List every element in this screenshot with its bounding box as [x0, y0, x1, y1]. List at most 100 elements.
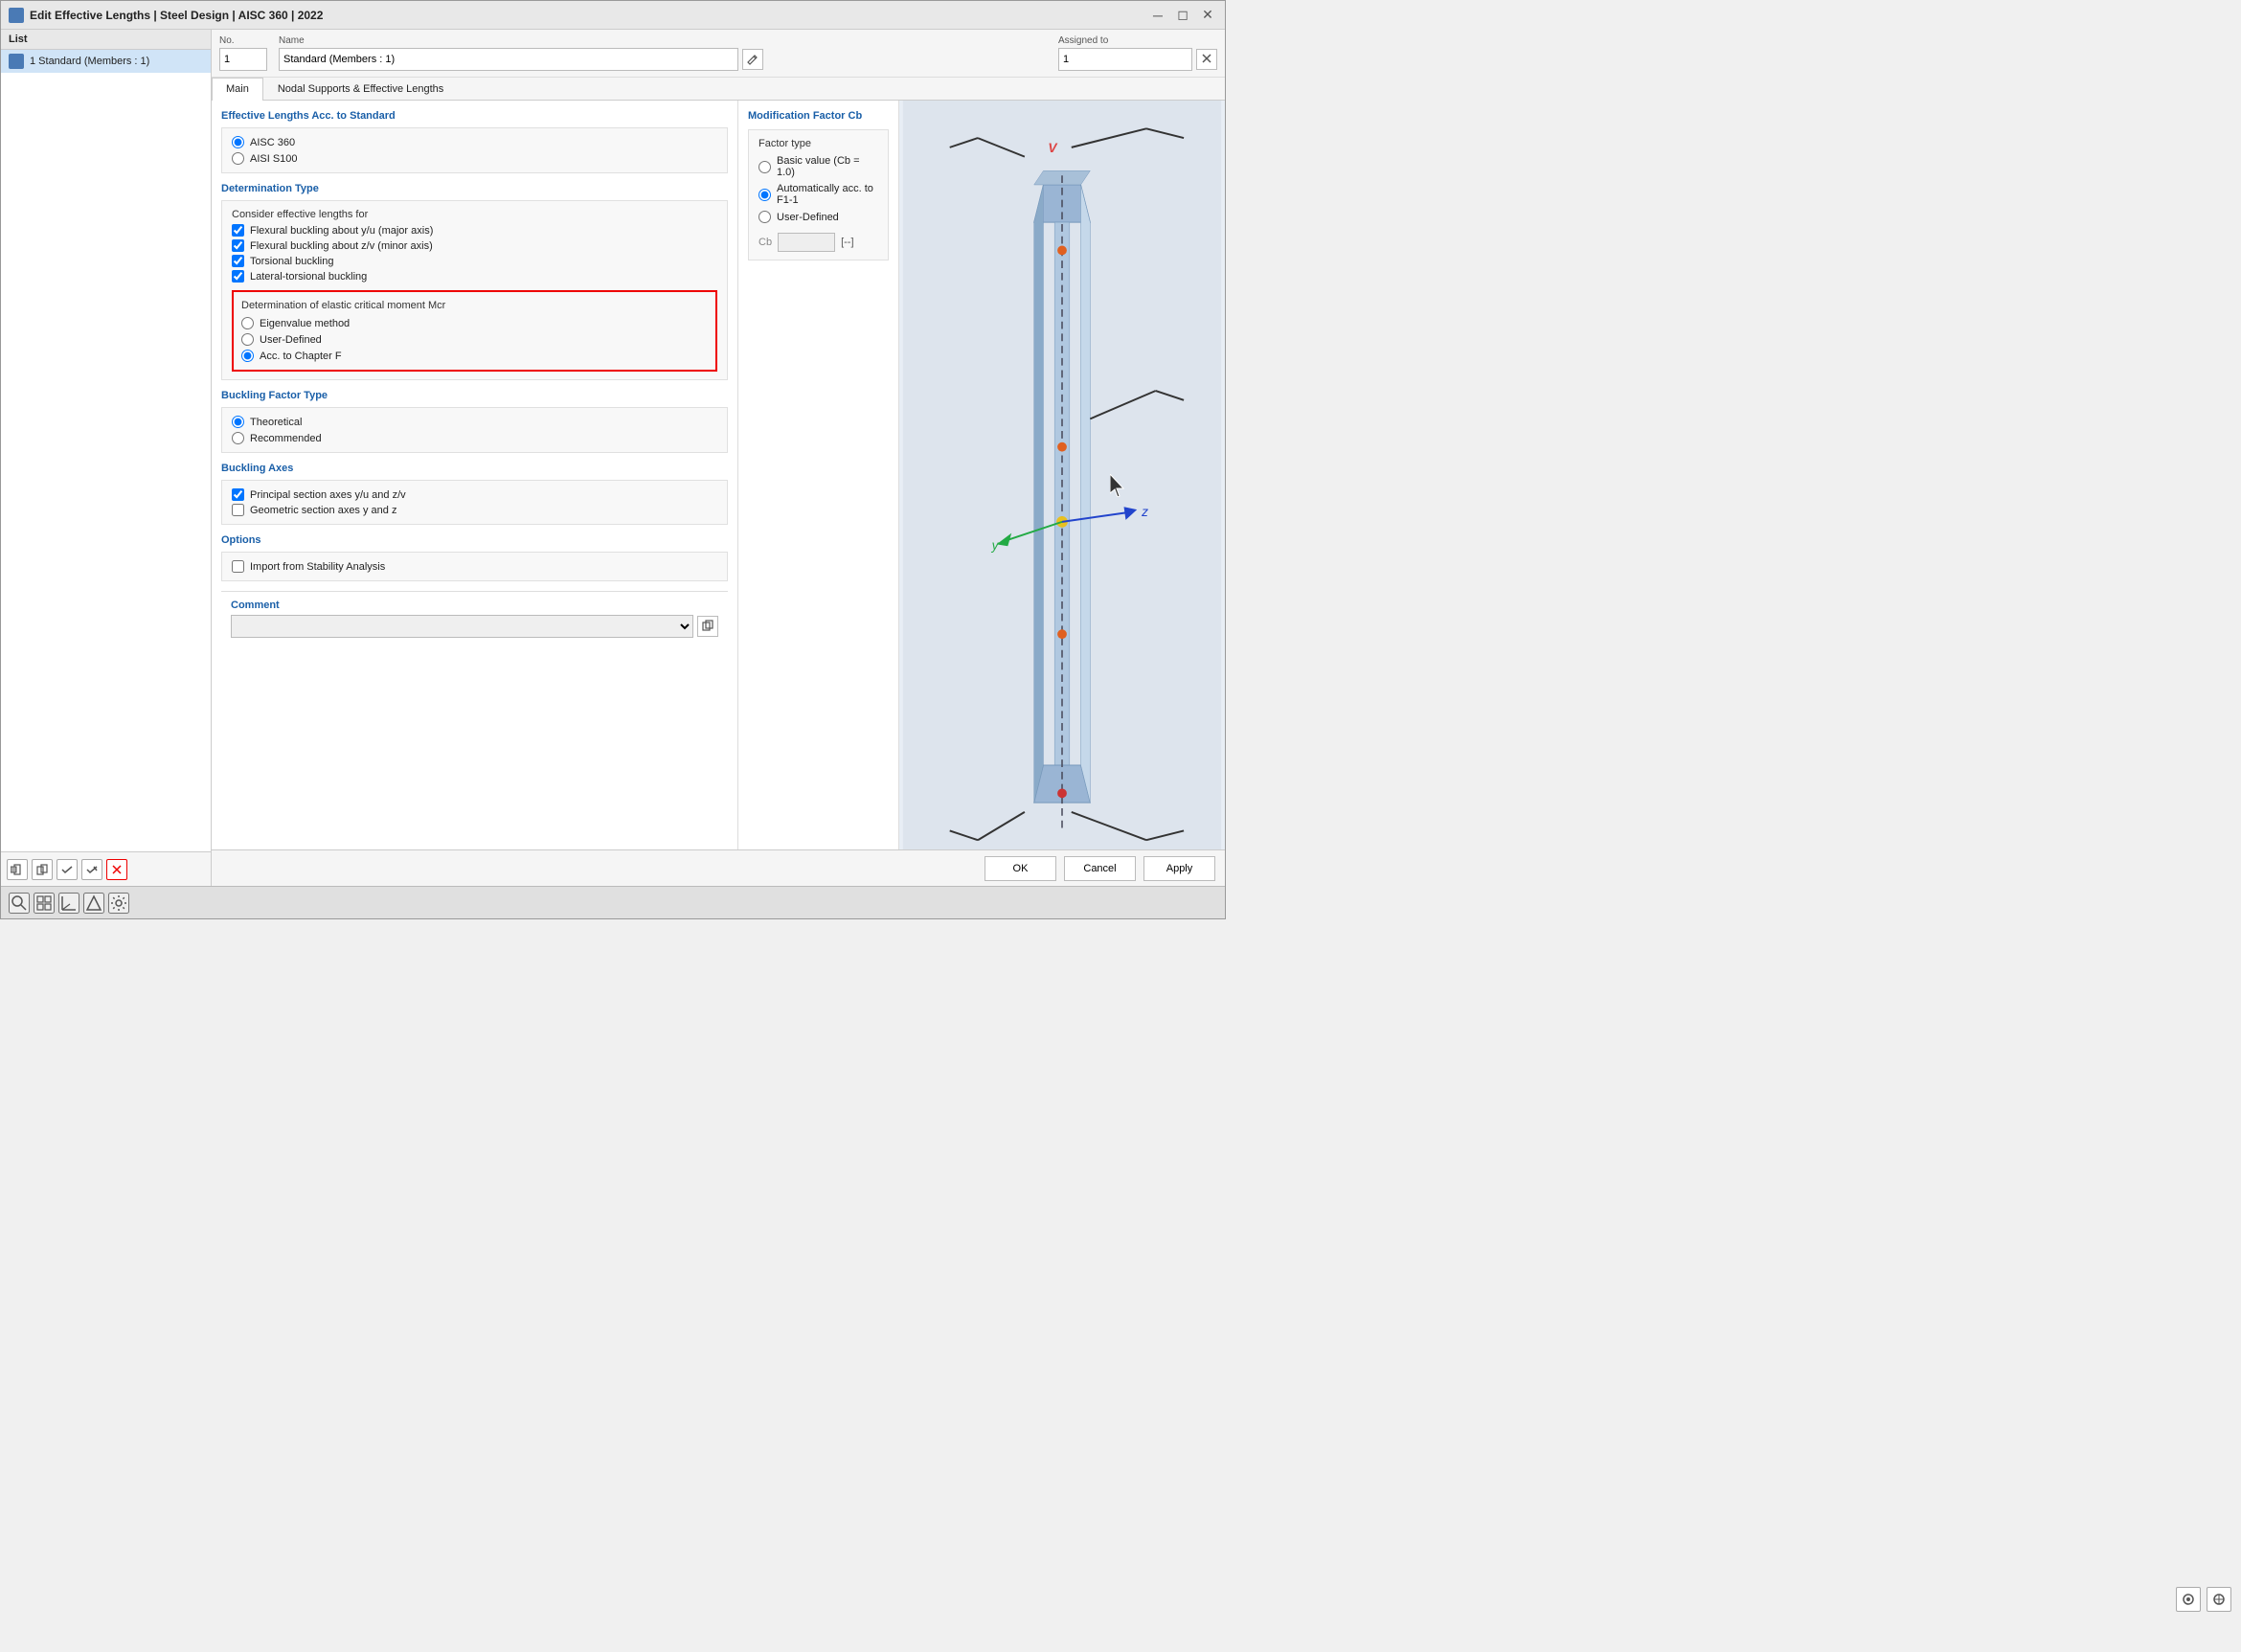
cb-torsional-input[interactable]	[232, 255, 244, 267]
radio-aisi-s100[interactable]: AISI S100	[232, 152, 717, 165]
cb-import-stability[interactable]: Import from Stability Analysis	[232, 560, 717, 573]
svg-text:z: z	[1141, 505, 1148, 519]
radio-recommended-label: Recommended	[250, 433, 322, 444]
cb-import-stability-input[interactable]	[232, 560, 244, 573]
taskbar-axes-icon[interactable]	[58, 893, 79, 914]
radio-user-defined-label: User-Defined	[260, 334, 322, 346]
cb-torsional[interactable]: Torsional buckling	[232, 255, 717, 267]
comment-select[interactable]	[231, 615, 693, 638]
radio-basic-value-input[interactable]	[758, 161, 771, 173]
main-window: Edit Effective Lengths | Steel Design | …	[0, 0, 1226, 919]
radio-chapter-f-input[interactable]	[241, 350, 254, 362]
cb-lateral-input[interactable]	[232, 270, 244, 283]
radio-aisi-s100-label: AISI S100	[250, 153, 298, 165]
restore-button[interactable]: ◻	[1173, 6, 1192, 25]
edit-name-button[interactable]	[742, 49, 763, 70]
content-area: List 1 Standard (Members : 1)	[1, 30, 1225, 886]
mod-factor-col: Modification Factor Cb Factor type Basic…	[738, 101, 899, 849]
header-row: No. Name Assigned to	[212, 30, 1225, 78]
radio-auto-f1[interactable]: Automatically acc. to F1-1	[758, 183, 878, 206]
options-title: Options	[221, 534, 728, 546]
cb-value-input	[778, 233, 835, 252]
ok-button[interactable]: OK	[985, 856, 1056, 881]
cb-import-stability-label: Import from Stability Analysis	[250, 561, 385, 573]
mod-factor-title: Modification Factor Cb	[748, 110, 889, 122]
cancel-button[interactable]: Cancel	[1064, 856, 1136, 881]
clear-assigned-button[interactable]	[1196, 49, 1217, 70]
cb-flexural-z-input[interactable]	[232, 239, 244, 252]
window-title: Edit Effective Lengths | Steel Design | …	[30, 9, 1143, 22]
assigned-input[interactable]	[1058, 48, 1192, 71]
tab-main[interactable]: Main	[212, 78, 263, 101]
effective-lengths-section: Effective Lengths Acc. to Standard AISC …	[221, 110, 728, 173]
radio-theoretical-input[interactable]	[232, 416, 244, 428]
radio-aisi-s100-input[interactable]	[232, 152, 244, 165]
eff-radio-group: AISC 360 AISI S100	[232, 136, 717, 165]
radio-eigenvalue[interactable]: Eigenvalue method	[241, 317, 708, 329]
radio-user-defined[interactable]: User-Defined	[241, 333, 708, 346]
cb-flexural-z[interactable]: Flexural buckling about z/v (minor axis)	[232, 239, 717, 252]
name-field: Name	[279, 35, 1047, 71]
radio-user-def-cb[interactable]: User-Defined	[758, 211, 878, 223]
assigned-wrap	[1058, 48, 1217, 71]
radio-user-defined-input[interactable]	[241, 333, 254, 346]
buckling-axes-title: Buckling Axes	[221, 463, 728, 474]
cb-lateral-label: Lateral-torsional buckling	[250, 271, 367, 283]
minimize-button[interactable]: ─	[1148, 6, 1167, 25]
cb-geometric-axes-input[interactable]	[232, 504, 244, 516]
comment-copy-button[interactable]	[697, 616, 718, 637]
taskbar	[1, 886, 1225, 918]
list-header: List	[1, 30, 211, 50]
cb-flexural-y-input[interactable]	[232, 224, 244, 237]
no-field: No.	[219, 35, 267, 71]
options-body: Import from Stability Analysis	[221, 552, 728, 581]
cb-flexural-y[interactable]: Flexural buckling about y/u (major axis)	[232, 224, 717, 237]
radio-user-def-cb-input[interactable]	[758, 211, 771, 223]
elastic-radio-group: Eigenvalue method User-Defined Acc. to C…	[241, 317, 708, 362]
radio-basic-value-label: Basic value (Cb = 1.0)	[777, 155, 878, 178]
radio-theoretical[interactable]: Theoretical	[232, 416, 717, 428]
radio-chapter-f[interactable]: Acc. to Chapter F	[241, 350, 708, 362]
name-input[interactable]	[279, 48, 738, 71]
radio-recommended[interactable]: Recommended	[232, 432, 717, 444]
factor-radio-group: Basic value (Cb = 1.0) Automatically acc…	[758, 155, 878, 223]
taskbar-settings-icon[interactable]	[108, 893, 129, 914]
buckling-factor-section: Buckling Factor Type Theoretical Recomme…	[221, 390, 728, 453]
list-item[interactable]: 1 Standard (Members : 1)	[1, 50, 211, 73]
cb-principal-axes-input[interactable]	[232, 488, 244, 501]
radio-theoretical-label: Theoretical	[250, 417, 302, 428]
close-button[interactable]: ✕	[1198, 6, 1217, 25]
cb-principal-axes-label: Principal section axes y/u and z/v	[250, 489, 406, 501]
buckling-factor-radio-group: Theoretical Recommended	[232, 416, 717, 444]
no-input[interactable]	[219, 48, 267, 71]
tab-nodal[interactable]: Nodal Supports & Effective Lengths	[263, 78, 458, 100]
cb-principal-axes[interactable]: Principal section axes y/u and z/v	[232, 488, 717, 501]
radio-auto-f1-label: Automatically acc. to F1-1	[777, 183, 878, 206]
radio-basic-value[interactable]: Basic value (Cb = 1.0)	[758, 155, 878, 178]
delete-button[interactable]	[106, 859, 127, 880]
list-panel: List 1 Standard (Members : 1)	[1, 30, 212, 886]
radio-aisc360-input[interactable]	[232, 136, 244, 148]
buckling-factor-body: Theoretical Recommended	[221, 407, 728, 453]
apply-button[interactable]: Apply	[1143, 856, 1215, 881]
check-button[interactable]	[57, 859, 78, 880]
taskbar-grid-icon[interactable]	[34, 893, 55, 914]
tabs: Main Nodal Supports & Effective Lengths	[212, 78, 1225, 101]
view-col: V	[899, 101, 1225, 849]
x-button[interactable]	[81, 859, 102, 880]
radio-recommended-input[interactable]	[232, 432, 244, 444]
radio-aisc360[interactable]: AISC 360	[232, 136, 717, 148]
assigned-field: Assigned to	[1058, 35, 1217, 71]
duplicate-button[interactable]	[32, 859, 53, 880]
radio-aisc360-label: AISC 360	[250, 137, 295, 148]
cb-geometric-axes[interactable]: Geometric section axes y and z	[232, 504, 717, 516]
radio-auto-f1-input[interactable]	[758, 189, 771, 201]
svg-text:y: y	[991, 538, 1000, 553]
taskbar-shape-icon[interactable]	[83, 893, 104, 914]
app-icon	[9, 8, 24, 23]
factor-type-label: Factor type	[758, 138, 878, 149]
radio-eigenvalue-input[interactable]	[241, 317, 254, 329]
taskbar-search-icon[interactable]	[9, 893, 30, 914]
add-button[interactable]	[7, 859, 28, 880]
cb-lateral[interactable]: Lateral-torsional buckling	[232, 270, 717, 283]
